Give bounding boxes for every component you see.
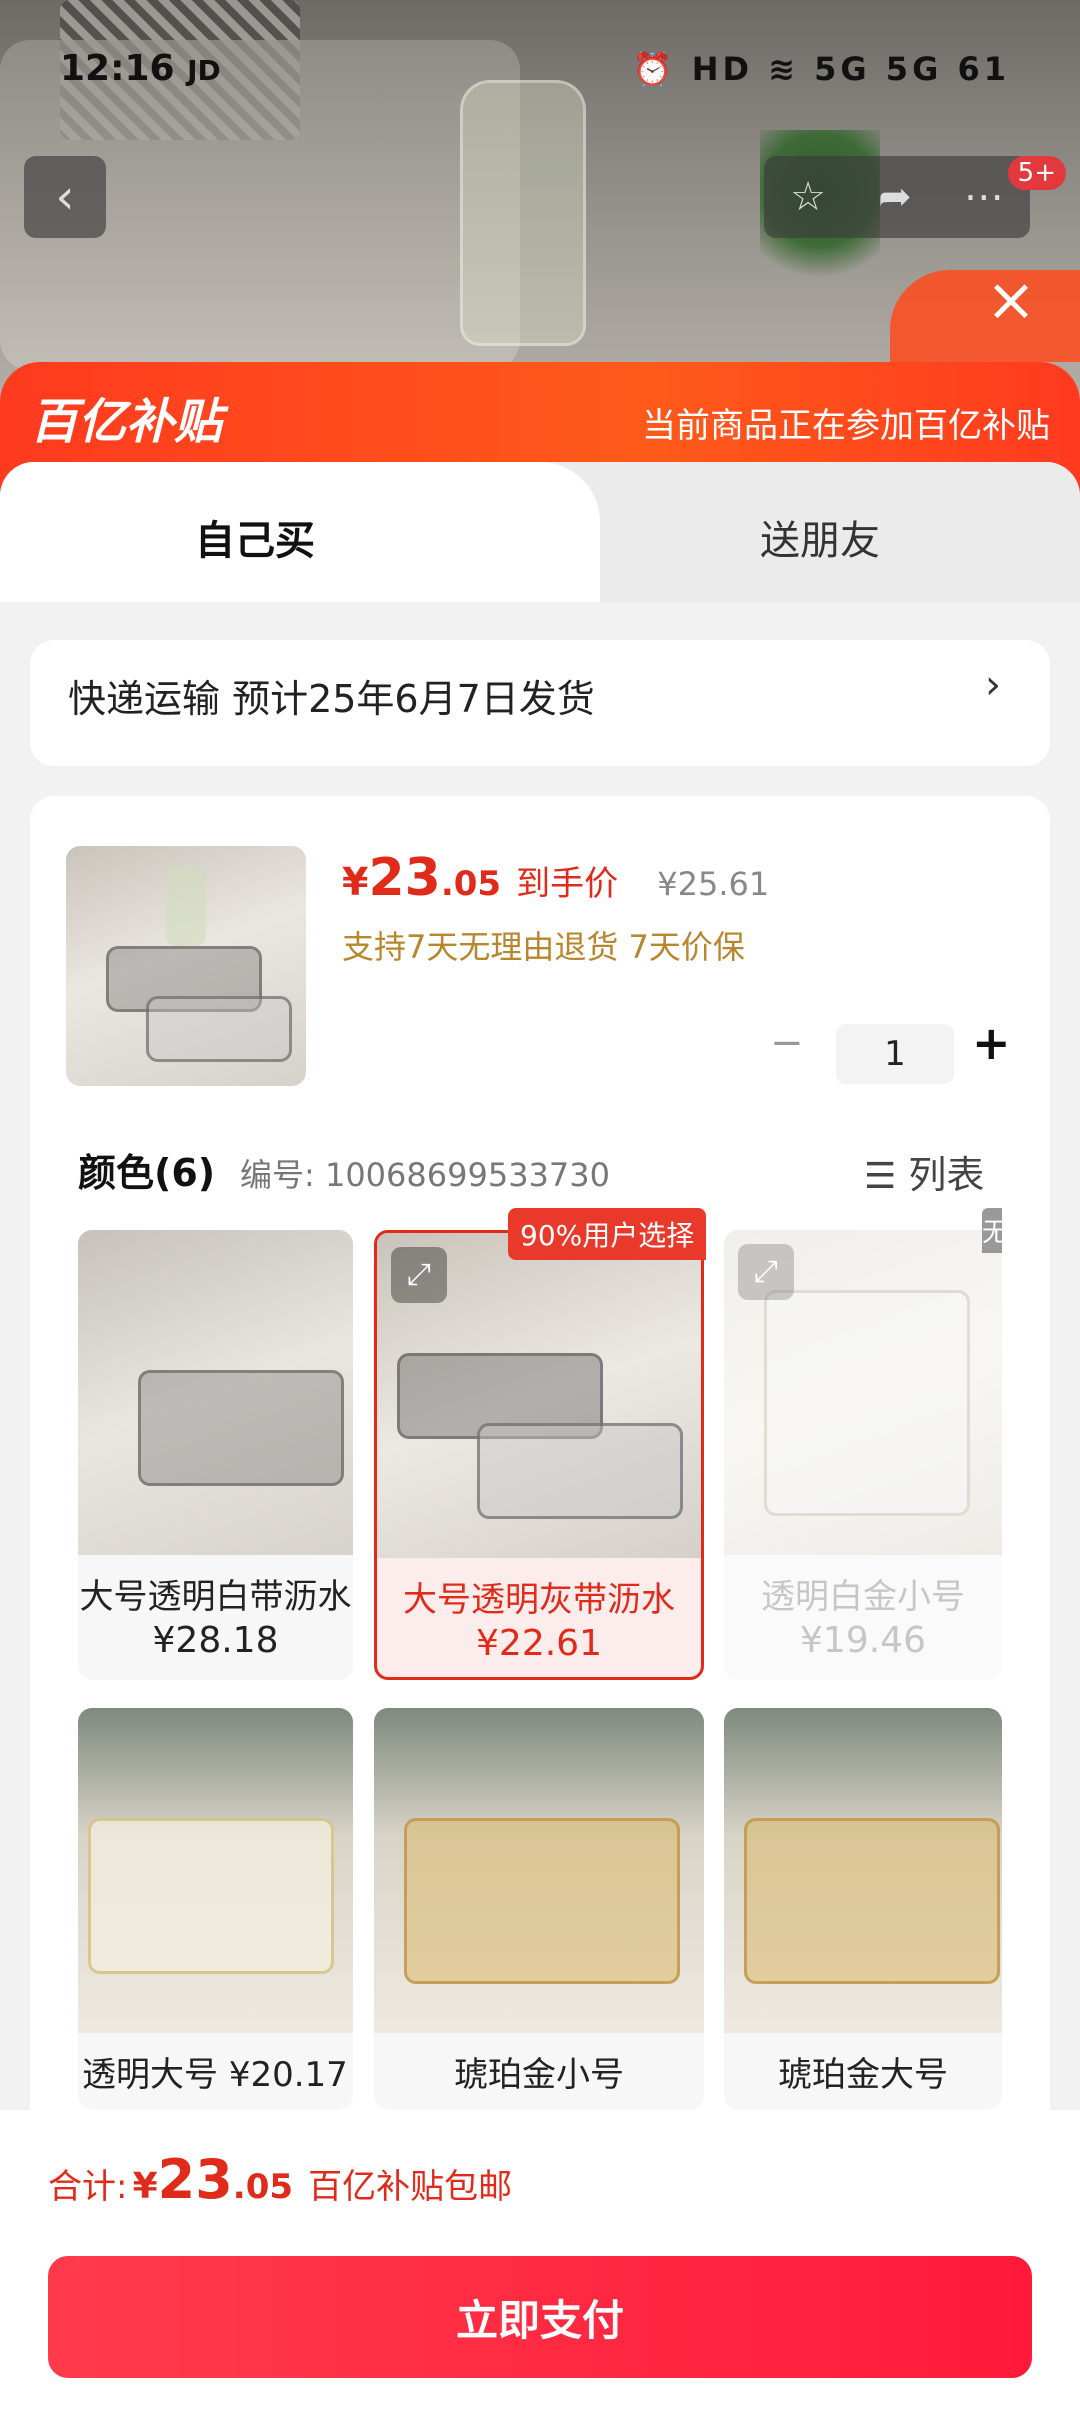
list-view-label: 列表 [908, 1153, 985, 1197]
status-icons: ⏰ HD ≋ 5G 5G 61 [632, 50, 1010, 88]
popular-badge: 90%用户选择 [508, 1208, 707, 1260]
option-image [374, 1708, 704, 2033]
banner-text: 当前商品正在参加百亿补贴 [642, 406, 1050, 446]
star-icon[interactable]: ☆ [790, 174, 826, 220]
option-name: 大号透明灰带沥水 [403, 1580, 675, 1620]
tab-buy-self[interactable]: 自己买 [0, 462, 540, 602]
share-icon[interactable]: ➦ [878, 174, 912, 220]
option-card-3[interactable]: ⤢ 透明白金小号 ¥19.46 [724, 1230, 1002, 1680]
price-decimal: .05 [440, 864, 502, 904]
tray-shape [744, 1818, 1000, 1984]
background-jug [460, 80, 586, 346]
tray-shape [138, 1370, 344, 1486]
tray-shape [764, 1290, 970, 1516]
option-name: 琥珀金大号 [778, 2055, 948, 2095]
color-title: 颜色(6) [78, 1151, 216, 1195]
shipping-note: 百亿补贴包邮 [308, 2167, 513, 2207]
tray-shape [88, 1818, 334, 1974]
option-price: ¥28.18 [152, 1620, 279, 1661]
product-thumbnail[interactable] [66, 846, 306, 1086]
expand-icon[interactable]: ⤢ [738, 1244, 794, 1300]
quantity-minus-button[interactable]: − [770, 1020, 804, 1066]
tab-label: 送朋友 [760, 518, 880, 564]
option-price: ¥19.46 [800, 1620, 926, 1661]
option-price: ¥22.61 [476, 1623, 602, 1664]
option-card-4[interactable]: 透明大号 ¥20.17 [78, 1708, 353, 2110]
message-badge: 5+ [1007, 156, 1066, 190]
price-label: 到手价 [516, 864, 619, 904]
currency-symbol: ¥ [342, 860, 369, 904]
option-image [724, 1708, 1002, 2033]
tab-label: 自己买 [195, 518, 315, 564]
list-view-toggle[interactable]: ☰ 列表 [864, 1144, 984, 1199]
chevron-left-icon: ‹ [55, 169, 75, 225]
total-row: 合计: ¥23.05 百亿补贴包邮 [48, 2148, 512, 2211]
guarantee-text: 支持7天无理由退货 7天价保 [342, 928, 745, 966]
original-price: ¥25.61 [657, 865, 770, 903]
jug-shape [166, 866, 206, 946]
expand-icon[interactable]: ⤢ [391, 1247, 447, 1303]
tray-shape [477, 1423, 683, 1519]
total-label: 合计: [48, 2167, 128, 2207]
quantity-input[interactable]: 1 [836, 1024, 954, 1084]
tray-shape [146, 996, 292, 1062]
price-row: ¥23.05 到手价 ¥25.61 [342, 848, 769, 908]
total-currency: ¥ [132, 2166, 158, 2207]
header-actions: ☆ ➦ ⋯ [764, 156, 1030, 238]
option-image [78, 1230, 353, 1555]
option-card-2-selected[interactable]: ⤢ 大号透明灰带沥水 ¥22.61 [374, 1230, 704, 1680]
chevron-right-icon: › [985, 662, 1001, 708]
option-name: 大号透明白带沥水 [79, 1577, 352, 1617]
unavailable-badge: 无 [982, 1208, 1002, 1253]
option-name: 琥珀金小号 [454, 2055, 624, 2095]
subsidy-logo: 百亿补贴 [30, 394, 223, 450]
option-card-1[interactable]: 大号透明白带沥水 ¥28.18 [78, 1230, 353, 1680]
shipping-text: 快递运输 预计25年6月7日发货 [68, 677, 595, 721]
status-time: 12:16 JD [60, 48, 221, 89]
price-integer: 23 [368, 848, 441, 908]
option-image: ⤢ [724, 1230, 1002, 1555]
option-card-5[interactable]: 琥珀金小号 [374, 1708, 704, 2110]
total-integer: 23 [157, 2148, 233, 2211]
list-icon: ☰ [864, 1156, 897, 1197]
tab-curve [480, 462, 600, 602]
close-icon[interactable]: × [978, 270, 1044, 336]
more-icon[interactable]: ⋯ [964, 174, 1004, 220]
product-code: 编号: 10068699533730 [240, 1156, 610, 1194]
option-name: 透明大号 ¥20.17 [82, 2055, 348, 2095]
option-image: ⤢ [377, 1233, 701, 1558]
total-decimal: .05 [232, 2167, 294, 2207]
tab-send-friend[interactable]: 送朋友 [540, 462, 1080, 602]
option-image [78, 1708, 353, 2033]
back-button[interactable]: ‹ [24, 156, 106, 238]
option-name: 透明白金小号 [761, 1577, 965, 1617]
quantity-plus-button[interactable]: + [972, 1016, 1011, 1070]
option-card-6[interactable]: 琥珀金大号 [724, 1708, 1002, 2110]
pay-now-button[interactable]: 立即支付 [48, 2256, 1032, 2378]
tray-shape [404, 1818, 680, 1984]
